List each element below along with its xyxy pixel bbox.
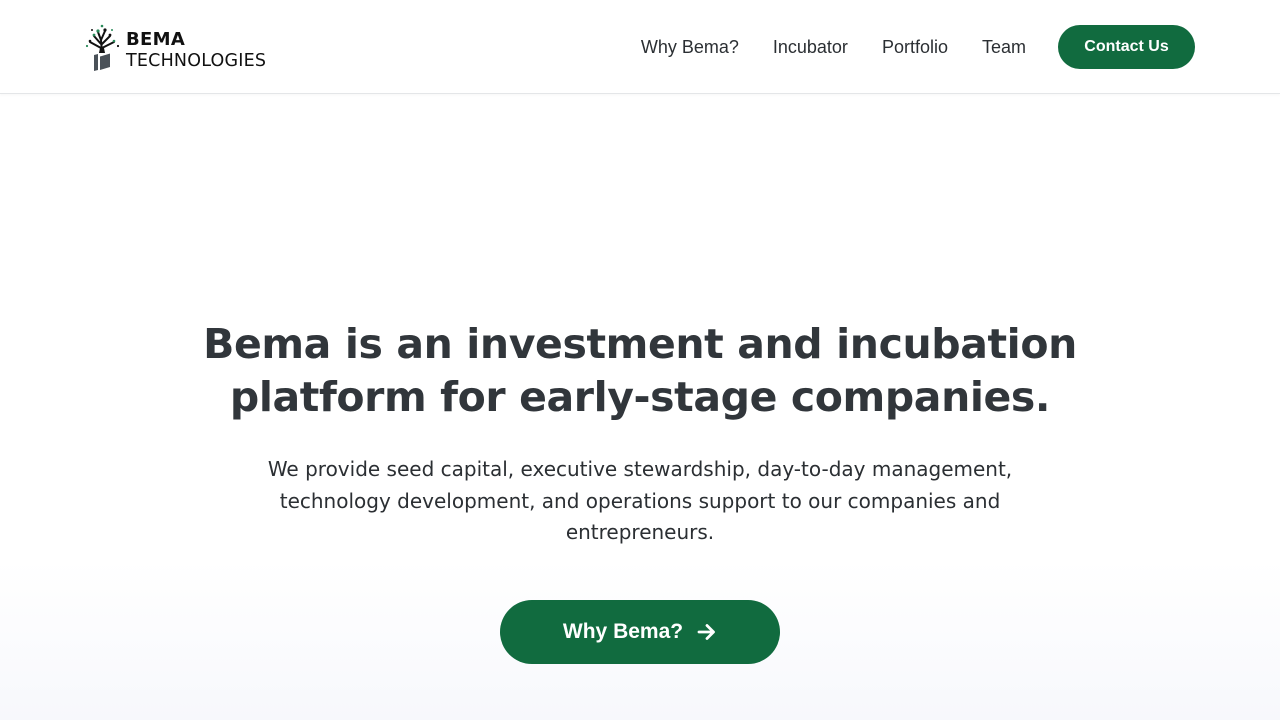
why-bema-button-label: Why Bema?: [562, 620, 684, 643]
hero-subtitle: We provide seed capital, executive stewa…: [267, 457, 1013, 544]
main-nav: Why Bema? Incubator Portfolio Team Conta…: [641, 25, 1195, 69]
nav-link-why-bema[interactable]: Why Bema?: [641, 37, 739, 58]
hero-section: Bema is an investment and incubation pla…: [0, 318, 1280, 549]
site-header: BEMA TECHNOLOGIES Why Bema? Incubator Po…: [0, 0, 1280, 94]
brand-name-top: BEMA: [126, 29, 186, 50]
brand-name-bottom: TECHNOLOGIES: [126, 51, 267, 71]
nav-link-incubator[interactable]: Incubator: [773, 37, 848, 58]
nav-link-portfolio[interactable]: Portfolio: [882, 37, 948, 58]
why-bema-button[interactable]: Why Bema?: [500, 600, 780, 664]
contact-us-button[interactable]: Contact Us: [1058, 25, 1195, 69]
brand-logo[interactable]: BEMA TECHNOLOGIES: [84, 22, 284, 74]
hero-title: Bema is an investment and incubation pla…: [203, 320, 1077, 421]
tree-logo-icon: [85, 24, 120, 71]
arrow-right-icon: [697, 624, 715, 640]
nav-link-team[interactable]: Team: [982, 37, 1026, 58]
